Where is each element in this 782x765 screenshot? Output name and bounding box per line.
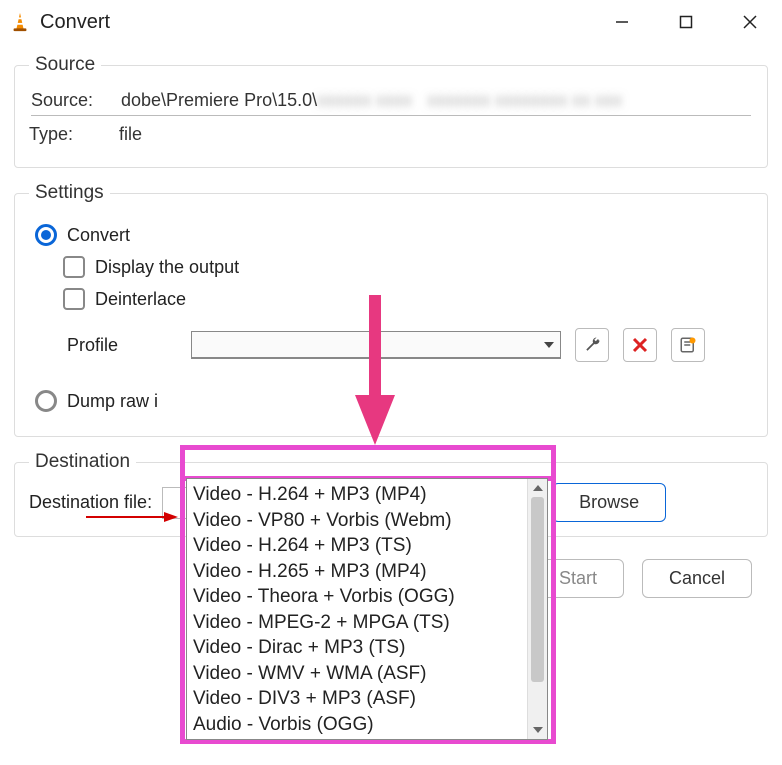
browse-button[interactable]: Browse: [552, 483, 666, 522]
profile-option[interactable]: Audio - Vorbis (OGG): [189, 712, 525, 738]
destination-file-label: Destination file:: [29, 492, 152, 513]
profile-option[interactable]: Video - Theora + Vorbis (OGG): [189, 584, 525, 610]
source-label: Source:: [31, 90, 121, 111]
profile-option[interactable]: Video - Dirac + MP3 (TS): [189, 635, 525, 661]
wrench-icon: [583, 336, 601, 354]
display-output-label: Display the output: [95, 257, 239, 278]
chevron-down-icon: [544, 342, 554, 348]
close-button[interactable]: [718, 0, 782, 44]
profile-option[interactable]: Video - H.264 + MP3 (TS): [189, 533, 525, 559]
profile-label: Profile: [67, 335, 177, 356]
window-title: Convert: [40, 11, 110, 34]
settings-group: Settings Convert Display the output Dein…: [14, 182, 768, 437]
dropdown-scrollbar[interactable]: [527, 479, 547, 739]
display-output-checkbox[interactable]: Display the output: [63, 256, 753, 278]
profile-combobox[interactable]: [191, 331, 561, 359]
profile-option[interactable]: Video - MPEG-2 + MPGA (TS): [189, 610, 525, 636]
edit-profile-button[interactable]: [575, 328, 609, 362]
cancel-button[interactable]: Cancel: [642, 559, 752, 598]
new-profile-icon: [679, 336, 697, 354]
source-group: Source Source: dobe\Premiere Pro\15.0\xx…: [14, 54, 768, 168]
deinterlace-label: Deinterlace: [95, 289, 186, 310]
deinterlace-checkbox[interactable]: Deinterlace: [63, 288, 753, 310]
profile-option[interactable]: Video - WMV + WMA (ASF): [189, 661, 525, 687]
maximize-button[interactable]: [654, 0, 718, 44]
vlc-cone-icon: [8, 10, 32, 34]
source-value: dobe\Premiere Pro\15.0\xxxxxx xxxx xxxxx…: [121, 90, 751, 111]
titlebar: Convert: [0, 0, 782, 44]
delete-icon: [632, 337, 648, 353]
convert-radio[interactable]: Convert: [35, 224, 753, 246]
profile-option[interactable]: Video - H.265 + MP3 (MP4): [189, 559, 525, 585]
dump-raw-label: Dump raw i: [67, 391, 158, 412]
delete-profile-button[interactable]: [623, 328, 657, 362]
profile-option[interactable]: Video - H.264 + MP3 (MP4): [189, 482, 525, 508]
scroll-thumb[interactable]: [531, 497, 544, 682]
minimize-button[interactable]: [590, 0, 654, 44]
dump-raw-radio[interactable]: Dump raw i: [35, 390, 753, 412]
new-profile-button[interactable]: [671, 328, 705, 362]
type-value: file: [119, 124, 753, 145]
settings-legend: Settings: [29, 182, 110, 204]
profile-option[interactable]: Video - DIV3 + MP3 (ASF): [189, 686, 525, 712]
convert-label: Convert: [67, 225, 130, 246]
destination-legend: Destination: [29, 451, 136, 473]
profile-option[interactable]: Video - VP80 + Vorbis (Webm): [189, 508, 525, 534]
scroll-down-button[interactable]: [528, 721, 548, 739]
type-label: Type:: [29, 124, 119, 145]
scroll-up-button[interactable]: [528, 479, 548, 497]
source-legend: Source: [29, 54, 101, 76]
profile-dropdown-list[interactable]: Video - H.264 + MP3 (MP4) Video - VP80 +…: [186, 478, 548, 740]
